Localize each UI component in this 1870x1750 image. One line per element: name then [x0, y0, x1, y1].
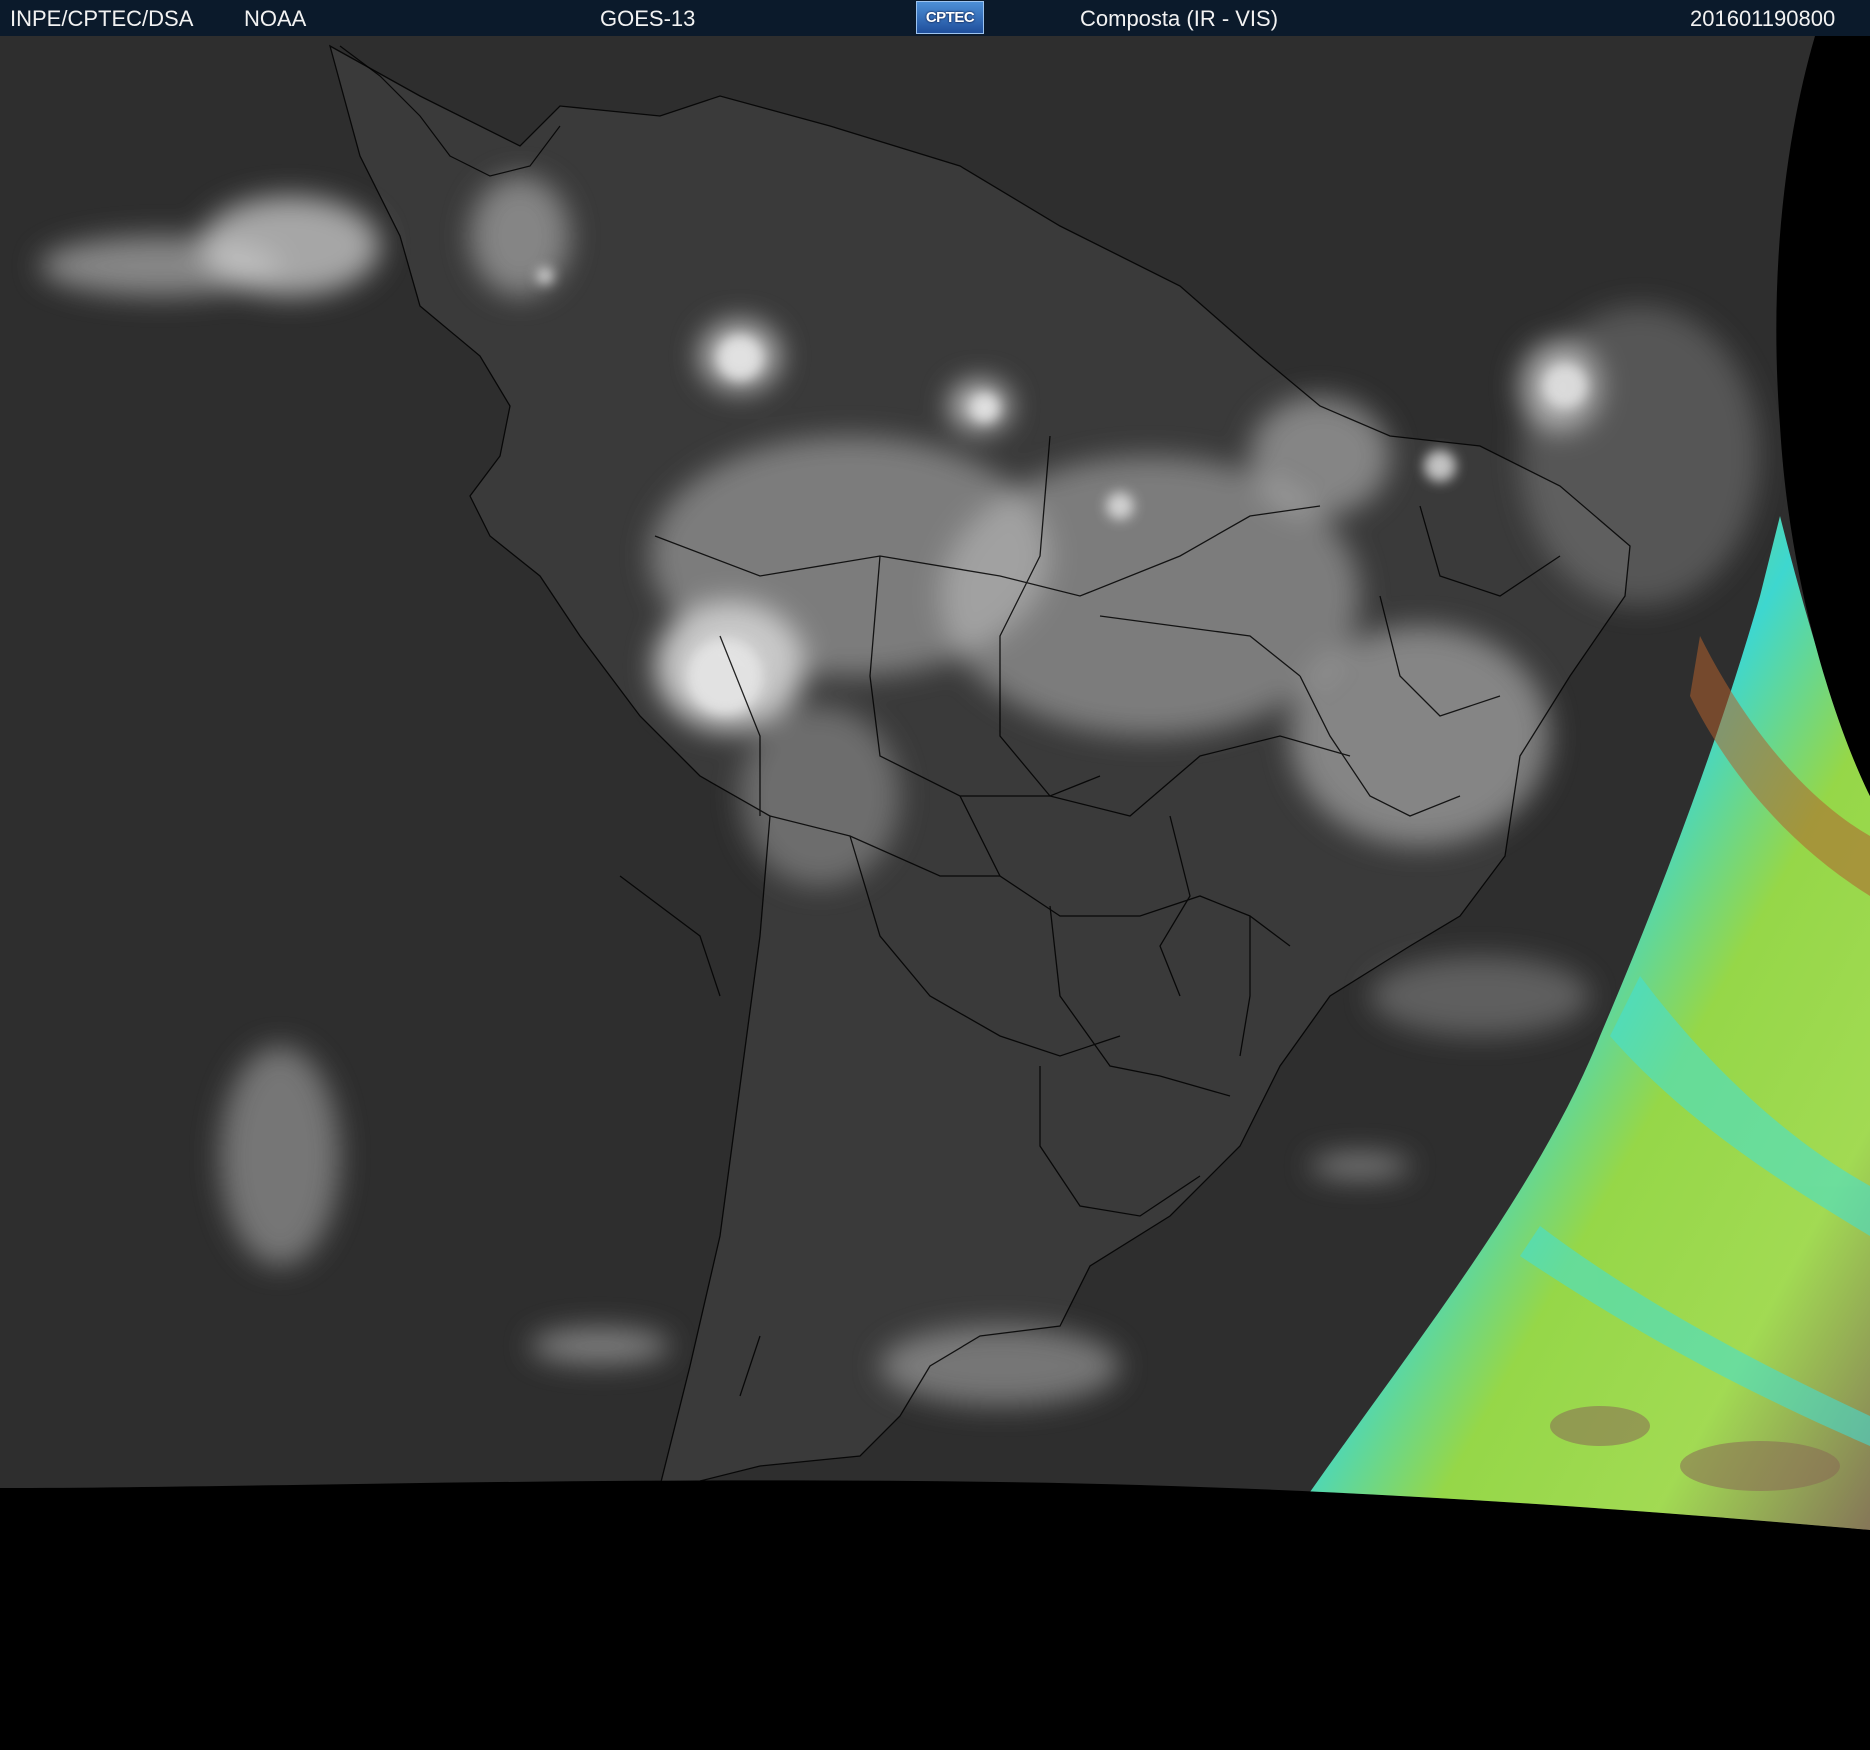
- logo-text: CPTEC: [925, 9, 975, 26]
- agency-label: INPE/CPTEC/DSA: [10, 6, 194, 31]
- source-label: NOAA: [244, 6, 307, 31]
- satellite-image: [0, 36, 1870, 1750]
- cptec-logo: CPTEC: [916, 1, 984, 34]
- satellite-label: GOES-13: [600, 6, 696, 31]
- title-bar: INPE/CPTEC/DSA NOAA GOES-13 CPTEC Compos…: [0, 0, 1870, 36]
- product-label: Composta (IR - VIS): [1080, 6, 1279, 31]
- timestamp-label: 201601190800: [1690, 6, 1836, 31]
